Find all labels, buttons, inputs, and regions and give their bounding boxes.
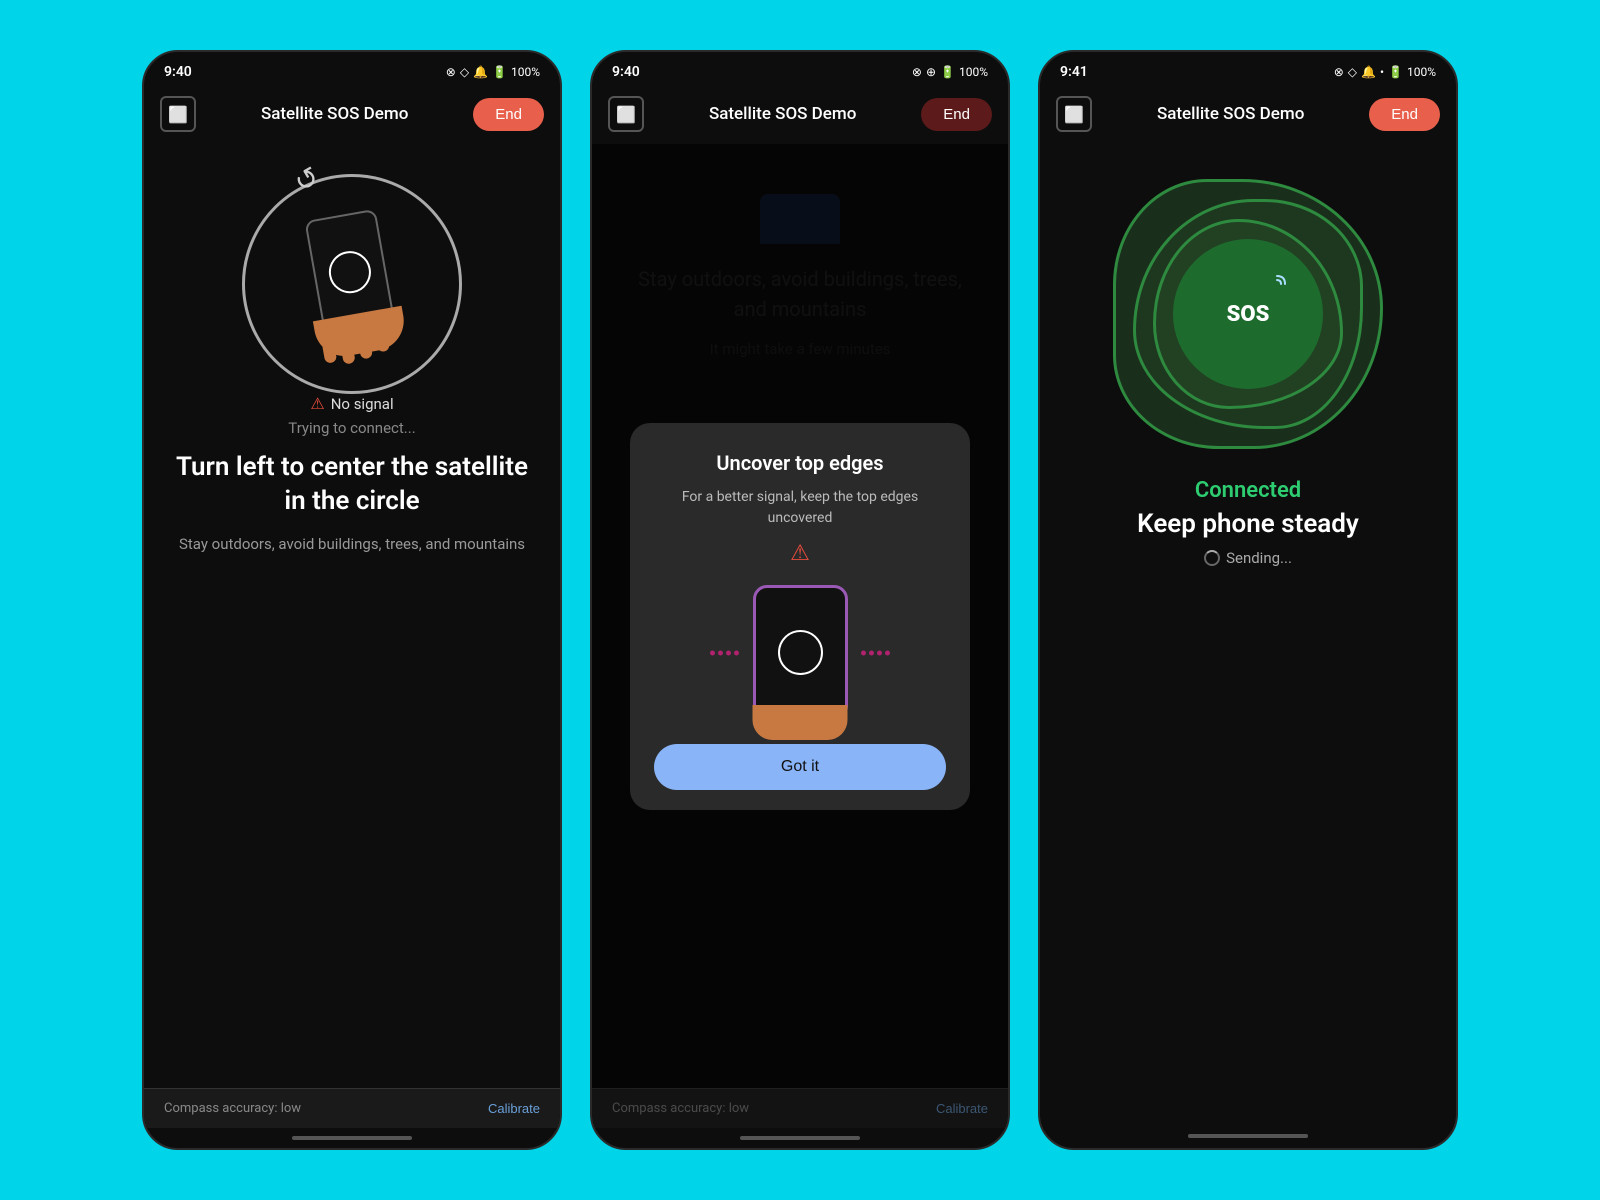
- battery-text-1: 100%: [511, 65, 540, 79]
- got-it-button[interactable]: Got it: [654, 744, 946, 790]
- app-header-1: ⬜ Satellite SOS Demo End: [144, 88, 560, 144]
- home-indicator-2: [740, 1136, 860, 1140]
- alarm-icon: 🔔: [473, 65, 488, 79]
- battery-icon-3: 🔋: [1388, 65, 1403, 79]
- status-bar-2: 9:40 ⊗ ⊕ 🔋 100%: [592, 52, 1008, 88]
- screen2-content: Stay outdoors, avoid buildings, trees, a…: [592, 144, 1008, 1088]
- phone-hold-illustration: [291, 206, 414, 361]
- home-bar-2: [592, 1128, 1008, 1148]
- app-title-3: Satellite SOS Demo: [1157, 104, 1304, 124]
- steady-label: Keep phone steady: [1137, 509, 1359, 539]
- green-circle: SOS: [1173, 239, 1323, 389]
- satellite-arc-icon: [1265, 272, 1289, 300]
- signal-status: ⚠ No signal: [310, 394, 393, 413]
- connecting-text: Trying to connect...: [288, 419, 415, 437]
- instruction-title: Turn left to center the satellite in the…: [168, 451, 536, 519]
- bottom-bar-2: Compass accuracy: low Calibrate: [592, 1088, 1008, 1128]
- end-button-1[interactable]: End: [473, 98, 544, 131]
- app-header-3: ⬜ Satellite SOS Demo End: [1040, 88, 1456, 144]
- location-icon-3: ◇: [1348, 65, 1357, 79]
- modal-phone-illustration: [740, 578, 860, 728]
- rotation-arrow-icon: ↺: [288, 159, 325, 199]
- home-indicator-1: [292, 1136, 412, 1140]
- bottom-bar-1: Compass accuracy: low Calibrate: [144, 1088, 560, 1128]
- screen-icon-3: ⬜: [1056, 96, 1092, 132]
- status-time-2: 9:40: [612, 64, 640, 80]
- notification-icon: ⊗: [446, 65, 456, 79]
- home-indicator-3: [1188, 1134, 1308, 1138]
- sending-spinner: [1204, 550, 1220, 566]
- battery-text-2: 100%: [959, 65, 988, 79]
- home-bar-1: [144, 1128, 560, 1148]
- wave-container: SOS: [1108, 174, 1388, 454]
- status-icons-3: ⊗ ◇ 🔔 • 🔋 100%: [1334, 65, 1436, 79]
- rotation-circle: ↺: [242, 174, 462, 394]
- battery-icon: 🔋: [492, 65, 507, 79]
- location-icon: ◇: [460, 65, 469, 79]
- sound-icon-3: 🔔: [1361, 65, 1376, 79]
- sending-text: Sending...: [1204, 549, 1292, 567]
- phone-screen-1: 9:40 ⊗ ◇ 🔔 🔋 100% ⬜ Satellite SOS Demo E…: [142, 50, 562, 1150]
- status-time-3: 9:41: [1060, 64, 1088, 80]
- sos-text-large: SOS: [1227, 302, 1270, 327]
- screen-icon-1: ⬜: [160, 96, 196, 132]
- screen1-content: ↺ SOS ⚠ No signal Trying to connect..: [144, 144, 560, 1088]
- compass-text-1: Compass accuracy: low: [164, 1101, 301, 1116]
- modal-warning-icon: ⚠: [790, 541, 810, 566]
- calibrate-button-1[interactable]: Calibrate: [488, 1101, 540, 1116]
- app-title-1: Satellite SOS Demo: [261, 104, 408, 124]
- sending-label: Sending...: [1226, 549, 1292, 567]
- phone-screen-3: 9:41 ⊗ ◇ 🔔 • 🔋 100% ⬜ Satellite SOS Demo…: [1038, 50, 1458, 1150]
- modal-box: Uncover top edges For a better signal, k…: [630, 423, 970, 810]
- end-button-2[interactable]: End: [921, 98, 992, 131]
- screen3-content: SOS Connected Keep phone steady Sending.…: [1040, 144, 1456, 1128]
- signal-text: No signal: [331, 395, 394, 413]
- modal-hand: [753, 705, 848, 740]
- home-bar-3: [1040, 1128, 1456, 1148]
- wifi-icon-2: ⊕: [926, 65, 936, 79]
- modal-phone-circle: [778, 630, 823, 675]
- dot-icon-3: •: [1380, 65, 1384, 79]
- screen-icon-2: ⬜: [608, 96, 644, 132]
- warning-icon: ⚠: [310, 394, 324, 413]
- modal-overlay: Uncover top edges For a better signal, k…: [592, 144, 1008, 1088]
- notification-icon-2: ⊗: [912, 65, 922, 79]
- status-icons-2: ⊗ ⊕ 🔋 100%: [912, 65, 988, 79]
- phone-screen-2: 9:40 ⊗ ⊕ 🔋 100% ⬜ Satellite SOS Demo End…: [590, 50, 1010, 1150]
- calibrate-button-2[interactable]: Calibrate: [936, 1101, 988, 1116]
- status-bar-3: 9:41 ⊗ ◇ 🔔 • 🔋 100%: [1040, 52, 1456, 88]
- battery-icon-2: 🔋: [940, 65, 955, 79]
- instruction-sub: Stay outdoors, avoid buildings, trees, a…: [179, 533, 525, 556]
- connected-label: Connected: [1195, 478, 1301, 503]
- battery-text-3: 100%: [1407, 65, 1436, 79]
- app-title-2: Satellite SOS Demo: [709, 104, 856, 124]
- end-button-3[interactable]: End: [1369, 98, 1440, 131]
- compass-text-2: Compass accuracy: low: [612, 1101, 749, 1116]
- status-time-1: 9:40: [164, 64, 192, 80]
- notification-icon-3: ⊗: [1334, 65, 1344, 79]
- status-bar-1: 9:40 ⊗ ◇ 🔔 🔋 100%: [144, 52, 560, 88]
- modal-description: For a better signal, keep the top edges …: [654, 487, 946, 529]
- modal-title: Uncover top edges: [716, 451, 883, 475]
- modal-phone-body: [753, 585, 848, 720]
- status-icons-1: ⊗ ◇ 🔔 🔋 100%: [446, 65, 540, 79]
- app-header-2: ⬜ Satellite SOS Demo End: [592, 88, 1008, 144]
